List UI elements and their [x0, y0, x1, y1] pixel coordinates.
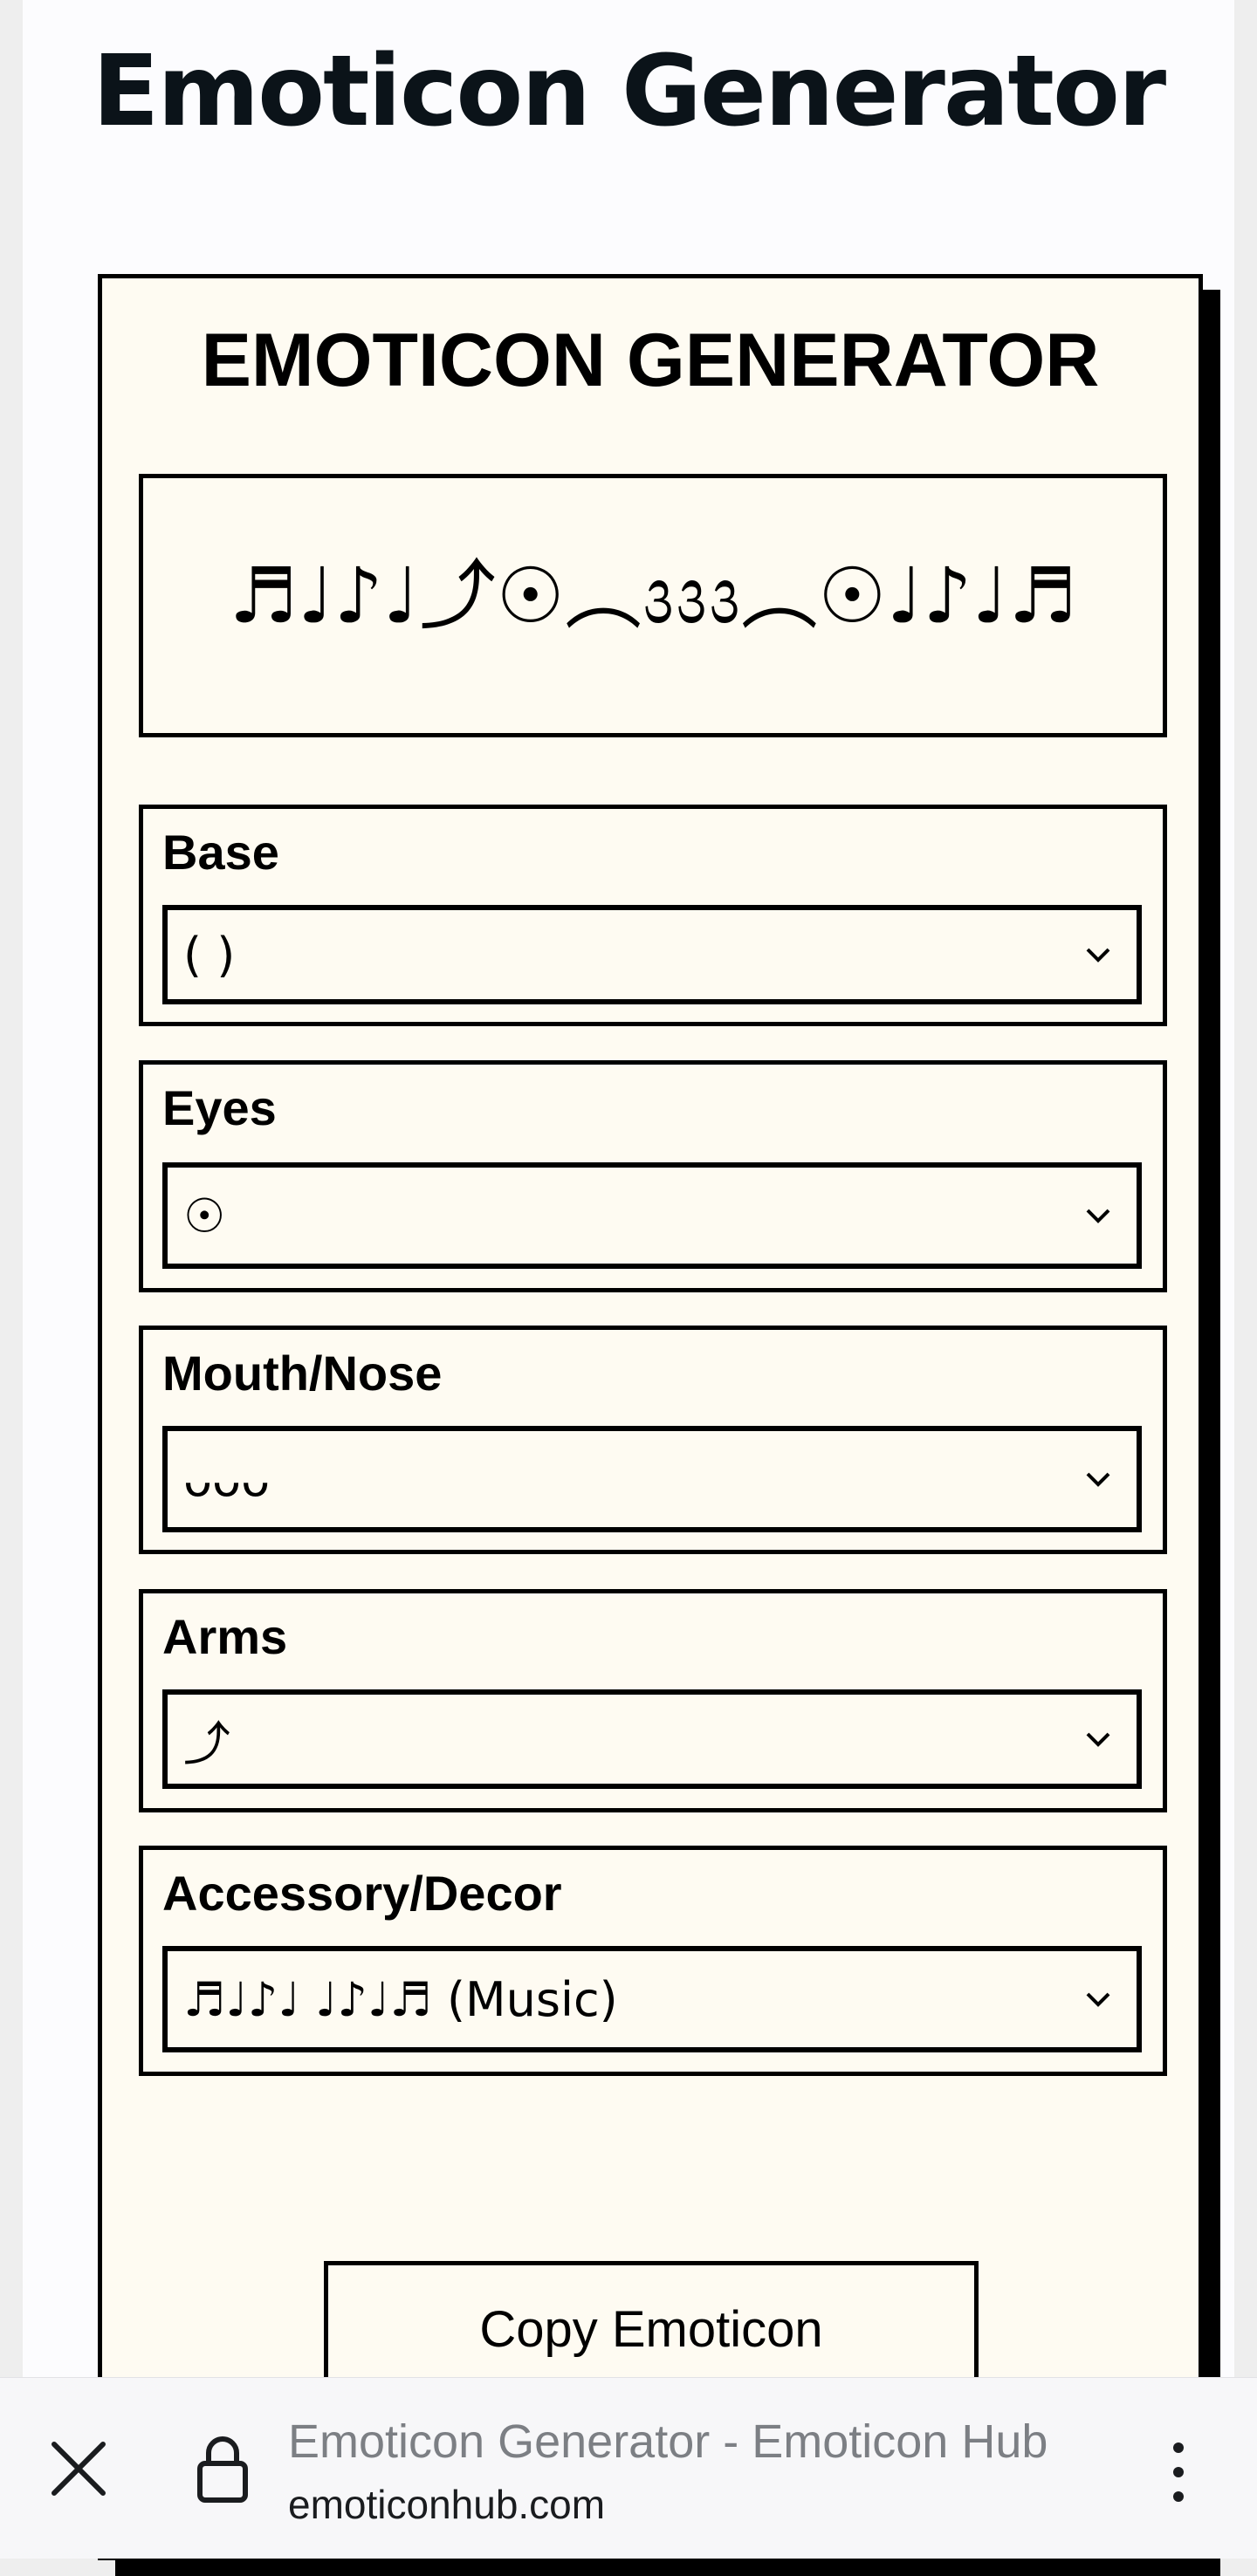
eyes-group: Eyes ☉	[139, 1060, 1167, 1292]
eyes-select[interactable]: ☉	[162, 1162, 1142, 1269]
chevron-down-icon	[1072, 1198, 1124, 1233]
chevron-down-icon	[1072, 1982, 1124, 2017]
arms-select[interactable]: ⤴	[162, 1689, 1142, 1789]
arms-group: Arms ⤴	[139, 1589, 1167, 1812]
base-select[interactable]: ( )	[162, 905, 1142, 1004]
base-select-value: ( )	[183, 927, 236, 983]
base-label: Base	[162, 825, 279, 880]
page-title: Emoticon Generator	[92, 35, 1166, 148]
url-page-title[interactable]: Emoticon Generator - Emoticon Hub	[288, 2415, 1144, 2469]
close-icon[interactable]	[49, 2439, 108, 2498]
chevron-down-icon	[1072, 937, 1124, 972]
chevron-down-icon	[1072, 1462, 1124, 1497]
page: Emoticon Generator EMOTICON GENERATOR ♬♩…	[23, 0, 1234, 2576]
lock-icon[interactable]	[196, 2432, 250, 2505]
mouth-select[interactable]: ᴗᴗᴗ	[162, 1426, 1142, 1532]
browser-bottom-bar: Emoticon Generator - Emoticon Hub emotic…	[0, 2377, 1257, 2559]
mouth-label: Mouth/Nose	[162, 1346, 443, 1401]
generator-heading: EMOTICON GENERATOR	[201, 319, 1100, 402]
accessory-group: Accessory/Decor ♬♩♪♩ ♩♪♩♬ (Music)	[139, 1846, 1167, 2076]
arms-label: Arms	[162, 1609, 288, 1664]
eyes-label: Eyes	[162, 1080, 277, 1135]
accessory-select-value: ♬♩♪♩ ♩♪♩♬ (Music)	[183, 1971, 618, 2027]
mouth-group: Mouth/Nose ᴗᴗᴗ	[139, 1326, 1167, 1554]
arms-select-value: ⤴	[183, 1716, 230, 1771]
base-group: Base ( )	[139, 805, 1167, 1026]
emoticon-preview: ♬♩♪♩⤴☉︵᭠᭠᭠︵☉♩♪♩♬	[139, 474, 1167, 737]
accessory-select[interactable]: ♬♩♪♩ ♩♪♩♬ (Music)	[162, 1946, 1142, 2052]
eyes-select-value: ☉	[183, 1188, 226, 1243]
mouth-select-value: ᴗᴗᴗ	[183, 1451, 271, 1507]
accessory-label: Accessory/Decor	[162, 1866, 562, 1921]
generator-card: EMOTICON GENERATOR ♬♩♪♩⤴☉︵᭠᭠᭠︵☉♩♪♩♬ Base…	[98, 274, 1203, 2560]
more-vert-icon[interactable]	[1166, 2437, 1191, 2507]
chevron-down-icon	[1072, 1722, 1124, 1757]
url-domain[interactable]: emoticonhub.com	[288, 2481, 605, 2528]
